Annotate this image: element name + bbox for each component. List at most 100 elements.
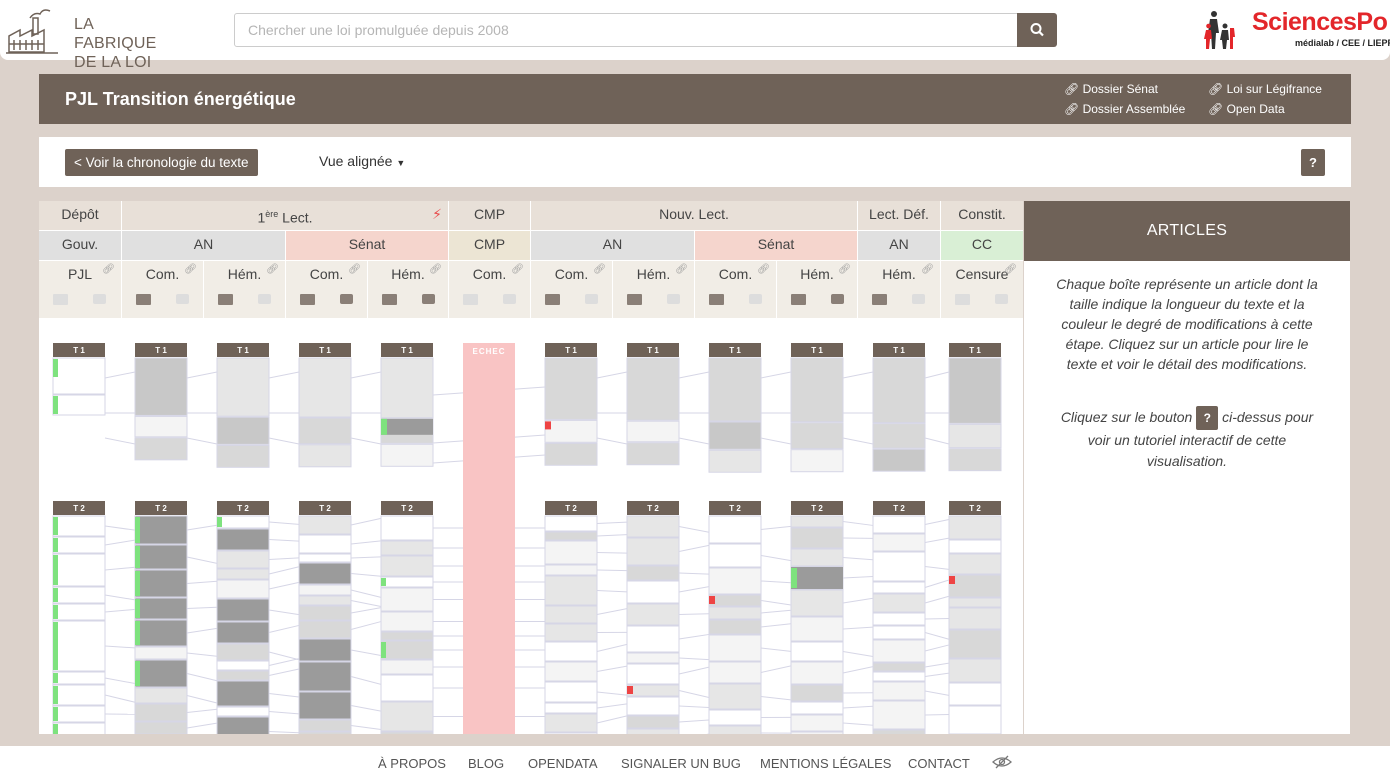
link-icon[interactable]: 🔗︎ (757, 264, 770, 275)
article-box[interactable] (134, 437, 188, 461)
article-box[interactable] (298, 357, 352, 418)
article-box[interactable] (298, 620, 352, 639)
article-box[interactable] (298, 605, 352, 621)
article-box[interactable] (298, 691, 352, 720)
article-box[interactable] (380, 674, 434, 702)
article-box[interactable] (790, 422, 844, 450)
article-box[interactable] (298, 553, 352, 563)
folder-icon[interactable] (300, 294, 315, 305)
article-box[interactable] (298, 731, 352, 734)
comment-icon[interactable] (340, 294, 353, 304)
article-box[interactable] (708, 619, 762, 635)
article-box[interactable] (216, 621, 270, 644)
folder-icon[interactable] (382, 294, 397, 305)
article-box[interactable] (872, 700, 926, 730)
article-box[interactable] (52, 515, 106, 537)
article-box[interactable] (872, 662, 926, 672)
footer-link-opendata[interactable]: OPENDATA (528, 756, 598, 771)
article-box[interactable] (544, 713, 598, 733)
footer-link-blog[interactable]: BLOG (468, 756, 504, 771)
article-box[interactable] (216, 716, 270, 734)
article-box[interactable] (708, 709, 762, 726)
footer-link-contact[interactable]: CONTACT (908, 756, 970, 771)
article-box[interactable] (708, 594, 762, 607)
article-box[interactable] (380, 659, 434, 675)
article-box[interactable] (948, 448, 1002, 472)
article-box[interactable] (708, 567, 762, 595)
folder-icon[interactable] (955, 294, 970, 305)
article-box[interactable] (134, 721, 188, 734)
article-box[interactable] (872, 533, 926, 552)
site-logo[interactable]: LA FABRIQUE DE LA LOI (6, 4, 176, 71)
article-box[interactable] (380, 443, 434, 467)
comment-icon[interactable] (667, 294, 680, 304)
article-box[interactable] (216, 660, 270, 671)
chronology-button[interactable]: < Voir la chronologie du texte (65, 149, 258, 176)
article-box[interactable] (380, 701, 434, 732)
help-button[interactable]: ? (1301, 149, 1325, 176)
article-box[interactable] (216, 598, 270, 622)
article-box[interactable] (872, 448, 926, 472)
article-box[interactable] (544, 515, 598, 532)
article-box[interactable] (948, 574, 1002, 598)
article-box[interactable] (872, 639, 926, 663)
article-box[interactable] (790, 449, 844, 473)
article-box[interactable] (544, 564, 598, 576)
article-box[interactable] (381, 418, 433, 435)
article-box[interactable] (216, 550, 270, 569)
footer-link-mentions[interactable]: MENTIONS LÉGALES (760, 756, 891, 771)
article-box[interactable] (380, 587, 434, 612)
article-box[interactable] (872, 551, 926, 582)
article-box[interactable] (52, 394, 106, 416)
article-box[interactable] (948, 658, 1002, 683)
article-box[interactable] (790, 714, 844, 732)
article-box[interactable] (380, 731, 434, 734)
article-box[interactable] (52, 553, 106, 587)
article-box[interactable] (298, 562, 352, 585)
article-box[interactable] (380, 631, 434, 641)
article-box[interactable] (544, 575, 598, 606)
article-box[interactable] (626, 537, 680, 566)
article-box[interactable] (872, 423, 926, 449)
comment-icon[interactable] (503, 294, 516, 304)
article-box[interactable] (216, 515, 270, 529)
article-box[interactable] (544, 641, 598, 662)
article-box[interactable] (544, 357, 598, 420)
article-box[interactable] (52, 684, 106, 706)
comment-icon[interactable] (912, 294, 925, 304)
article-box[interactable] (708, 683, 762, 710)
article-box[interactable] (872, 581, 926, 594)
article-box[interactable] (626, 357, 680, 421)
folder-icon[interactable] (463, 294, 478, 305)
search-input[interactable] (234, 13, 1018, 47)
article-box[interactable] (380, 540, 434, 556)
article-box[interactable] (626, 625, 680, 653)
article-box[interactable] (626, 580, 680, 604)
article-box[interactable] (134, 659, 188, 688)
article-box[interactable] (134, 646, 188, 660)
article-box[interactable] (872, 729, 926, 734)
link-icon[interactable]: 🔗︎ (921, 264, 934, 275)
article-box[interactable] (544, 702, 598, 714)
article-box[interactable] (298, 719, 352, 732)
link-icon[interactable]: 🔗︎ (511, 264, 524, 275)
article-box[interactable] (298, 584, 352, 596)
comment-icon[interactable] (258, 294, 271, 304)
view-selector[interactable]: Vue alignée ▼ (319, 153, 405, 169)
article-box[interactable] (790, 548, 844, 567)
comment-icon[interactable] (831, 294, 844, 304)
article-box[interactable] (544, 661, 598, 682)
article-box[interactable] (298, 638, 352, 662)
folder-icon[interactable] (545, 294, 560, 305)
article-box[interactable] (708, 606, 762, 620)
link-dossier-senat[interactable]: 🔗︎ Dossier Sénat (1064, 82, 1158, 96)
article-box[interactable] (872, 515, 926, 534)
article-box[interactable] (708, 543, 762, 568)
article-box[interactable] (872, 357, 926, 424)
folder-icon[interactable] (136, 294, 151, 305)
article-box[interactable] (216, 579, 270, 599)
article-box[interactable] (134, 703, 188, 722)
article-box[interactable] (790, 701, 844, 715)
article-box[interactable] (52, 671, 106, 685)
comment-icon[interactable] (995, 294, 1008, 304)
